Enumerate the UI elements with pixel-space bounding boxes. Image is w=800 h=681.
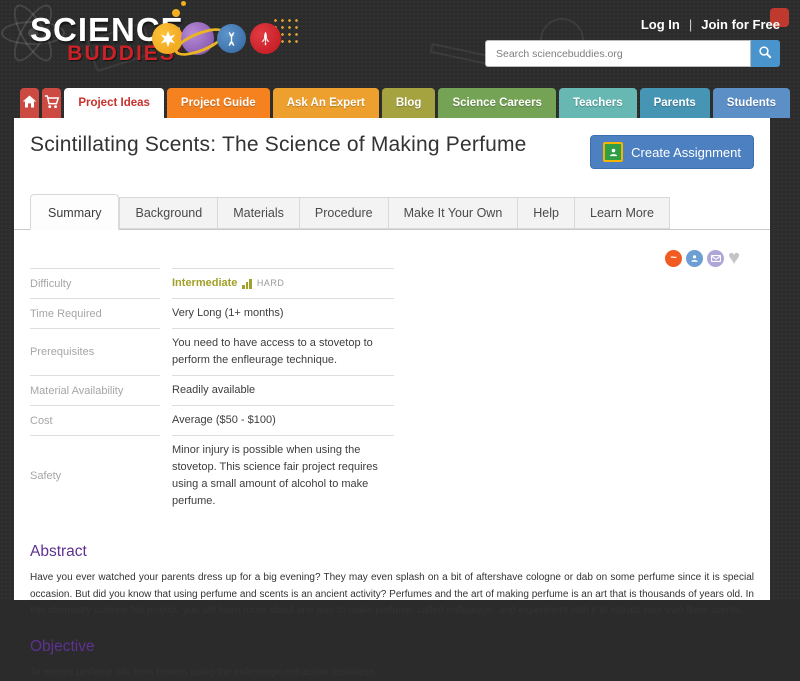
row-label: Difficulty (30, 268, 160, 298)
objective-section: Objective To extract perfume oils from f… (14, 638, 770, 681)
table-row-time-required: Time Required Very Long (1+ months) (30, 298, 394, 328)
share-icons-row: ~ ♥ (14, 248, 770, 268)
nav-tab-ask-an-expert[interactable]: Ask An Expert (272, 88, 379, 118)
row-label: Time Required (30, 298, 160, 328)
create-assignment-button[interactable]: Create Assignment (590, 135, 754, 169)
project-details-table: Difficulty Intermediate HARD Time Requir… (30, 268, 394, 524)
logo-sparkle-dot (172, 9, 180, 17)
enfleurage-term: enfleurage (446, 604, 494, 616)
row-label: Safety (30, 435, 160, 524)
row-value: Minor injury is possible when using the … (172, 435, 394, 524)
table-row-material-availability: Material Availability Readily available (30, 375, 394, 405)
table-row-cost: Cost Average ($50 - $100) (30, 405, 394, 435)
nav-tab-teachers[interactable]: Teachers (558, 88, 637, 118)
difficulty-scale-label: HARD (256, 277, 285, 288)
cart-icon (44, 94, 60, 113)
search-bar (485, 40, 780, 67)
abstract-section: Abstract Have you ever watched your pare… (14, 543, 770, 619)
tab-background[interactable]: Background (119, 197, 219, 229)
table-row-safety: Safety Minor injury is possible when usi… (30, 435, 394, 524)
site-header: SCIENCE BUDDIES® Log In|Join for Free (0, 0, 800, 88)
planet-icon (181, 22, 214, 55)
classroom-share-icon[interactable] (686, 249, 704, 267)
main-navigation: Project Ideas Project Guide Ask An Exper… (20, 88, 790, 118)
objective-text: To extract perfume oils from flowers usi… (30, 667, 377, 679)
home-icon (22, 94, 37, 112)
row-label: Material Availability (30, 375, 160, 405)
logo-sparkle-dot (181, 1, 186, 6)
auth-separator: | (688, 17, 693, 32)
tab-materials[interactable]: Materials (218, 197, 300, 229)
cart-tab[interactable] (42, 88, 62, 118)
row-label: Prerequisites (30, 328, 160, 375)
nav-tab-project-guide[interactable]: Project Guide (166, 88, 270, 118)
nav-tab-science-careers[interactable]: Science Careers (438, 88, 556, 118)
email-share-icon[interactable] (707, 249, 725, 267)
difficulty-bars-icon (242, 278, 252, 289)
log-in-link[interactable]: Log In (641, 17, 680, 32)
abstract-text: Have you ever watched your parents dress… (30, 572, 754, 616)
row-value: Average ($50 - $100) (172, 405, 394, 435)
row-value: You need to have access to a stovetop to… (172, 328, 394, 375)
rocket-icon (250, 23, 281, 54)
search-icon (758, 45, 773, 63)
tab-make-it-your-own[interactable]: Make It Your Own (388, 197, 519, 229)
remind-share-icon[interactable]: ~ (665, 249, 683, 267)
nav-tab-students[interactable]: Students (712, 88, 790, 118)
tab-summary[interactable]: Summary (30, 194, 120, 230)
search-input[interactable] (485, 40, 751, 67)
auth-links: Log In | Join for Free (641, 17, 780, 32)
tab-procedure[interactable]: Procedure (299, 197, 389, 229)
join-for-free-link[interactable]: Join for Free (701, 17, 780, 32)
nav-tab-project-ideas[interactable]: Project Ideas (64, 88, 164, 118)
google-classroom-icon (603, 142, 624, 162)
tab-learn-more[interactable]: Learn More (575, 197, 670, 229)
nav-tab-parents[interactable]: Parents (639, 88, 710, 118)
search-button[interactable] (751, 40, 780, 67)
create-assignment-label: Create Assignment (631, 144, 741, 160)
row-value: Very Long (1+ months) (172, 298, 394, 328)
content-panel: Scintillating Scents: The Science of Mak… (14, 118, 770, 678)
row-value: Readily available (172, 375, 394, 405)
logo-icon-row (152, 22, 281, 55)
nav-tab-blog[interactable]: Blog (381, 88, 436, 118)
row-label: Cost (30, 405, 160, 435)
title-row: Scintillating Scents: The Science of Mak… (14, 118, 770, 169)
favorite-heart-icon[interactable]: ♥ (728, 248, 740, 268)
page-title: Scintillating Scents: The Science of Mak… (30, 133, 527, 156)
home-tab[interactable] (20, 88, 40, 118)
abstract-heading: Abstract (30, 543, 87, 561)
objective-heading: Objective (30, 638, 95, 656)
section-tabs: Summary Background Materials Procedure M… (14, 194, 770, 230)
tab-help[interactable]: Help (518, 197, 575, 229)
table-row-prerequisites: Prerequisites You need to have access to… (30, 328, 394, 375)
difficulty-level: Intermediate (172, 277, 238, 289)
table-row-difficulty: Difficulty Intermediate HARD (30, 268, 394, 298)
dna-icon (217, 24, 246, 53)
